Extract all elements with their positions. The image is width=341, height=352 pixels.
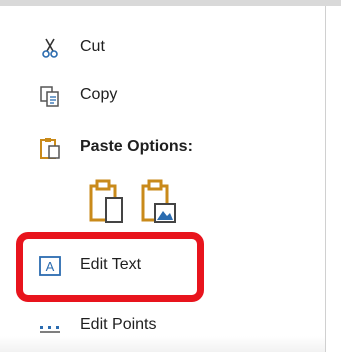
highlight-annotation [16, 232, 204, 302]
background-strip [326, 6, 341, 352]
menu-top-border [0, 0, 341, 6]
paste-options-row [0, 178, 325, 230]
menu-item-label: Edit Points [80, 316, 157, 333]
paste-keep-formatting-icon[interactable] [88, 178, 126, 226]
menu-bottom-edge [0, 336, 325, 352]
menu-item-paste-options: Paste Options: [0, 128, 325, 168]
menu-item-label: Copy [80, 86, 118, 103]
menu-item-cut[interactable]: Cut [0, 28, 325, 68]
copy-icon [38, 84, 62, 108]
clipboard-icon [38, 136, 62, 160]
scissors-icon [38, 36, 62, 60]
paste-picture-icon[interactable] [140, 178, 178, 226]
menu-item-copy[interactable]: Copy [0, 76, 325, 116]
context-menu: Cut Copy Paste Options: A Edit Text Edit… [0, 0, 341, 352]
menu-item-label: Paste Options: [80, 138, 193, 155]
menu-item-label: Cut [80, 38, 105, 55]
edit-points-icon [38, 314, 62, 338]
